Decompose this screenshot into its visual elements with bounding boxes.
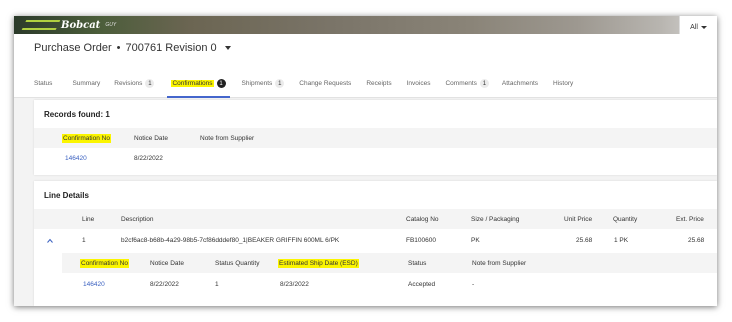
line-table-header: Line Description Catalog No Size / Packa… (34, 209, 717, 229)
column-estimated-ship-date[interactable]: Estimated Ship Date (ESD) (278, 259, 359, 268)
tab-badge: 1 (216, 79, 226, 88)
tab-label: Status (34, 80, 53, 87)
tab-change-requests[interactable]: Change Requests (299, 80, 351, 98)
chevron-up-icon[interactable] (47, 238, 53, 244)
tab-invoices[interactable]: Invoices (407, 80, 431, 98)
tab-badge: 1 (275, 79, 285, 88)
column-notice-date[interactable]: Notice Date (134, 135, 168, 142)
tab-label: Shipments (241, 80, 273, 87)
records-panel: Records found: 1 Confirmation No Notice … (34, 100, 717, 175)
all-dropdown-label: All (690, 23, 698, 31)
column-confirmation-no[interactable]: Confirmation No (80, 259, 129, 268)
column-quantity[interactable]: Quantity (613, 216, 637, 223)
column-status-quantity[interactable]: Status Quantity (215, 260, 259, 267)
tab-badge: 1 (145, 79, 155, 88)
quantity-value: 1 PK (614, 237, 629, 244)
status-value: Accepted (408, 281, 436, 288)
notice-date-value: 8/22/2022 (150, 281, 179, 288)
tab-attachments[interactable]: Attachments (502, 80, 538, 98)
tab-label: History (553, 80, 574, 87)
page-header: Purchase Order • 700761 Revision 0 Statu… (14, 34, 717, 98)
column-line[interactable]: Line (82, 216, 94, 223)
page-title: Purchase Order • 700761 Revision 0 (34, 42, 231, 54)
sub-table-header: Confirmation No Notice Date Status Quant… (62, 253, 717, 273)
tab-comments[interactable]: Comments 1 (445, 79, 489, 98)
records-found-title: Records found: 1 (44, 110, 110, 119)
confirmation-no-link[interactable]: 146420 (83, 281, 105, 288)
esd-value: 8/23/2022 (280, 281, 309, 288)
tab-label: Summary (72, 80, 101, 87)
column-status[interactable]: Status (408, 260, 426, 267)
line-number: 1 (82, 237, 86, 244)
column-note-from-supplier[interactable]: Note from Supplier (472, 260, 526, 267)
tab-label: Confirmations (171, 80, 214, 87)
tab-receipts[interactable]: Receipts (366, 80, 391, 98)
column-notice-date[interactable]: Notice Date (150, 260, 184, 267)
top-banner: Bobcat GUY All (14, 16, 717, 38)
line-description: b2cf6ac8-b68b-4a29-98b5-7cf86dddef80_1|B… (121, 237, 340, 244)
tab-label: Change Requests (299, 80, 352, 87)
tab-label: Attachments (501, 80, 539, 87)
tab-shipments[interactable]: Shipments 1 (241, 79, 285, 98)
tab-label: Receipts (366, 80, 392, 87)
column-note-from-supplier[interactable]: Note from Supplier (200, 135, 254, 142)
status-quantity-value: 1 (215, 281, 219, 288)
tab-bar: Status Summary Revisions 1 Confirmations… (34, 79, 573, 98)
tab-summary[interactable]: Summary (72, 80, 100, 98)
po-number: 700761 Revision 0 (125, 42, 217, 54)
column-size-packaging[interactable]: Size / Packaging (471, 216, 519, 223)
column-ext-price[interactable]: Ext. Price (676, 216, 704, 223)
catalog-no-value: FB100600 (406, 237, 436, 244)
app-window: Bobcat GUY All Purchase Order • 700761 R… (14, 16, 717, 306)
unit-price-value: 25.68 (576, 237, 593, 244)
tab-status[interactable]: Status (34, 80, 52, 98)
note-value: - (472, 281, 475, 288)
confirmation-no-link[interactable]: 146420 (65, 155, 87, 162)
tab-label: Comments (445, 80, 477, 87)
column-unit-price[interactable]: Unit Price (564, 216, 592, 223)
logo-text: Bobcat (61, 19, 101, 31)
company-logo[interactable]: Bobcat GUY (21, 17, 117, 33)
size-value: PK (471, 237, 480, 244)
tab-label: Invoices (406, 80, 431, 87)
column-catalog-no[interactable]: Catalog No (406, 216, 439, 223)
line-details-title: Line Details (44, 191, 89, 200)
column-description[interactable]: Description (121, 216, 154, 223)
revision-dropdown-icon[interactable] (224, 46, 231, 50)
tab-badge: 1 (479, 79, 489, 88)
page-title-label: Purchase Order (34, 42, 112, 54)
logo-subtext: GUY (105, 22, 117, 28)
logo-mark-icon (21, 20, 61, 30)
tab-revisions[interactable]: Revisions 1 (114, 79, 155, 98)
records-table-header: Confirmation No Notice Date Note from Su… (34, 128, 717, 148)
title-separator: • (116, 42, 121, 54)
line-details-panel: Line Details Line Description Catalog No… (34, 181, 717, 306)
chevron-down-icon (700, 25, 707, 29)
tab-history[interactable]: History (553, 80, 573, 98)
notice-date-value: 8/22/2022 (134, 155, 163, 162)
tab-confirmations[interactable]: Confirmations 1 (167, 79, 230, 98)
tab-label: Revisions (114, 80, 143, 87)
column-confirmation-no[interactable]: Confirmation No (62, 134, 111, 143)
ext-price-value: 25.68 (688, 237, 705, 244)
